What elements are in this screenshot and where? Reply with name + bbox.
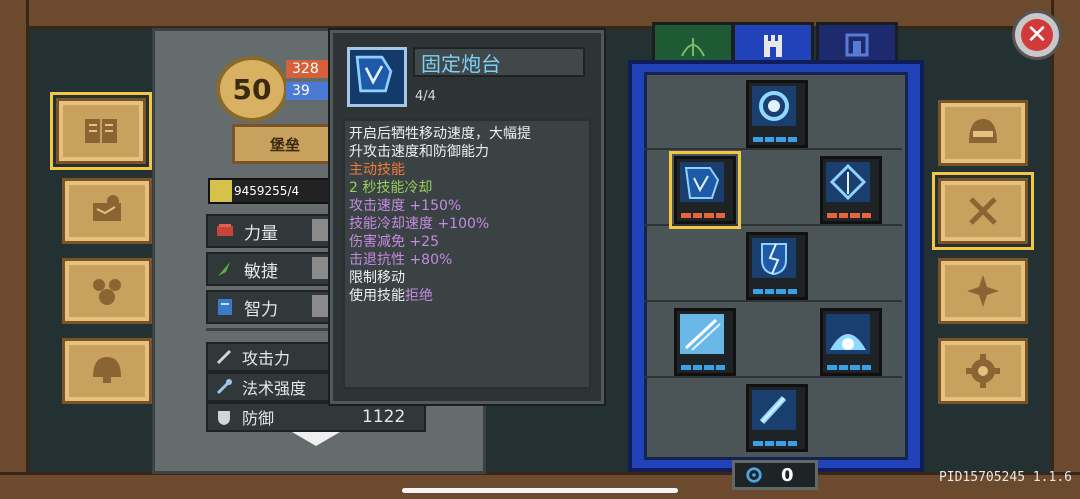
home-indicator bbox=[402, 488, 678, 493]
level-badge: 50 bbox=[216, 56, 288, 122]
tooltip-line: 技能冷却速度 +100% bbox=[349, 216, 490, 232]
skill-points-value: 0 bbox=[781, 464, 794, 486]
map-icon bbox=[93, 195, 121, 221]
side-button-bestiary[interactable] bbox=[62, 258, 152, 324]
tooltip-line: 限制移动 bbox=[349, 270, 405, 286]
wood-frame-left bbox=[0, 0, 29, 499]
bow-icon bbox=[681, 38, 705, 57]
tooltip-skill-name: 固定炮台 bbox=[413, 47, 585, 77]
turret-icon bbox=[355, 55, 393, 93]
tooltip-line-prefix: 使用技能 bbox=[349, 288, 405, 304]
skill-points-box: 0 bbox=[732, 460, 818, 490]
rank-label: 堡垒 bbox=[269, 135, 300, 154]
tooltip-line: 开启后牺牲移动速度，大幅提 bbox=[349, 126, 531, 142]
gear-icon bbox=[966, 354, 1000, 388]
sword-icon bbox=[216, 349, 232, 365]
attribute-row-agility: 敏捷 bbox=[206, 252, 336, 286]
scroll-down-arrow[interactable] bbox=[292, 432, 340, 446]
stat-value: 1122 bbox=[362, 407, 406, 427]
attribute-label: 力量 bbox=[244, 223, 278, 244]
side-button-settings[interactable] bbox=[938, 338, 1028, 404]
wood-frame-top bbox=[0, 0, 1080, 29]
skill-tooltip: 固定炮台 4/4 开启后牺牲移动速度，大幅提 升攻击速度和防御能力 主动技能 2… bbox=[330, 30, 604, 404]
tooltip-skill-level: 4/4 bbox=[415, 89, 436, 104]
skill-slot-ice-slash[interactable] bbox=[674, 308, 736, 376]
feather-icon bbox=[218, 262, 230, 276]
bestiary-icon bbox=[93, 279, 121, 305]
version-label: PID15705245 1.1.6 bbox=[938, 470, 1072, 485]
side-button-equipment[interactable] bbox=[62, 338, 152, 404]
tooltip-line: 攻击速度 +150% bbox=[349, 198, 462, 214]
exp-text: 9459255/4 bbox=[234, 184, 300, 198]
skill-row-divider bbox=[644, 376, 902, 378]
close-icon: ✕ bbox=[1021, 19, 1053, 51]
attribute-label: 敏捷 bbox=[244, 261, 278, 282]
side-button-compass[interactable] bbox=[938, 258, 1028, 324]
skill-row-divider bbox=[644, 148, 902, 150]
tooltip-description: 开启后牺牲移动速度，大幅提 升攻击速度和防御能力 主动技能 2 秒技能冷却 攻击… bbox=[343, 119, 591, 389]
compass-icon bbox=[967, 275, 999, 307]
skill-row-divider bbox=[644, 300, 902, 302]
crossbow-icon bbox=[826, 162, 870, 202]
castle-icon bbox=[764, 35, 782, 57]
stat-row-defense: 防御 1122 bbox=[206, 402, 426, 432]
wand-icon bbox=[216, 379, 232, 395]
tooltip-line: 主动技能 bbox=[349, 162, 405, 178]
helmet-icon bbox=[93, 357, 121, 383]
stat-label: 攻击力 bbox=[242, 349, 291, 368]
side-button-journal[interactable] bbox=[50, 92, 152, 170]
side-button-skills[interactable] bbox=[932, 172, 1034, 250]
ice-slash-icon bbox=[680, 314, 724, 354]
skill-slot-crossbow[interactable] bbox=[820, 156, 882, 224]
stat-label: 防御 bbox=[242, 409, 275, 428]
tooltip-line: 2 秒技能冷却 bbox=[349, 180, 433, 196]
rank-banner: 堡垒 bbox=[232, 124, 338, 164]
tooltip-line: 击退抗性 +80% bbox=[349, 252, 453, 268]
helmet-icon bbox=[969, 119, 997, 143]
tooltip-line-final: 使用技能拒绝 bbox=[349, 287, 585, 305]
skill-slot-orb[interactable] bbox=[746, 80, 808, 148]
side-button-map[interactable] bbox=[62, 178, 152, 244]
tooltip-line: 升攻击速度和防御能力 bbox=[349, 144, 489, 160]
attribute-row-strength: 力量 bbox=[206, 214, 336, 248]
skill-slot-shockwave[interactable] bbox=[820, 308, 882, 376]
swords-icon bbox=[969, 197, 997, 225]
attribute-label: 智力 bbox=[244, 299, 278, 320]
tab-gate[interactable] bbox=[816, 22, 898, 65]
exp-bar: 9459255/4 bbox=[208, 178, 336, 204]
wood-frame-bottom bbox=[0, 472, 1080, 499]
close-button[interactable]: ✕ bbox=[1012, 10, 1062, 60]
wood-frame-right bbox=[1051, 0, 1080, 499]
tooltip-line: 伤害减免 +25 bbox=[349, 234, 439, 250]
gate-icon bbox=[845, 33, 869, 57]
shockwave-icon bbox=[826, 314, 870, 354]
swirl-icon bbox=[746, 467, 762, 483]
skill-row-divider bbox=[644, 224, 902, 226]
skill-slot-turret[interactable] bbox=[669, 151, 741, 229]
energy-orb-icon bbox=[752, 86, 796, 126]
shield-icon bbox=[218, 411, 230, 425]
tooltip-skill-icon bbox=[347, 47, 407, 107]
fist-icon bbox=[217, 224, 233, 236]
skill-slot-sword[interactable] bbox=[746, 384, 808, 452]
tab-bow[interactable] bbox=[652, 22, 734, 65]
journal-icon bbox=[85, 119, 117, 143]
skill-slot-shield-break[interactable] bbox=[746, 232, 808, 300]
book-icon bbox=[218, 299, 232, 315]
level-value: 50 bbox=[232, 72, 272, 106]
attribute-row-intelligence: 智力 bbox=[206, 290, 336, 324]
side-button-helmet[interactable] bbox=[938, 100, 1028, 166]
tooltip-line-highlight: 拒绝 bbox=[405, 288, 433, 304]
attributes-divider bbox=[206, 328, 332, 331]
sword-icon bbox=[752, 390, 796, 430]
stat-label: 法术强度 bbox=[242, 379, 307, 398]
turret-icon bbox=[680, 162, 724, 202]
shield-break-icon bbox=[752, 238, 796, 278]
